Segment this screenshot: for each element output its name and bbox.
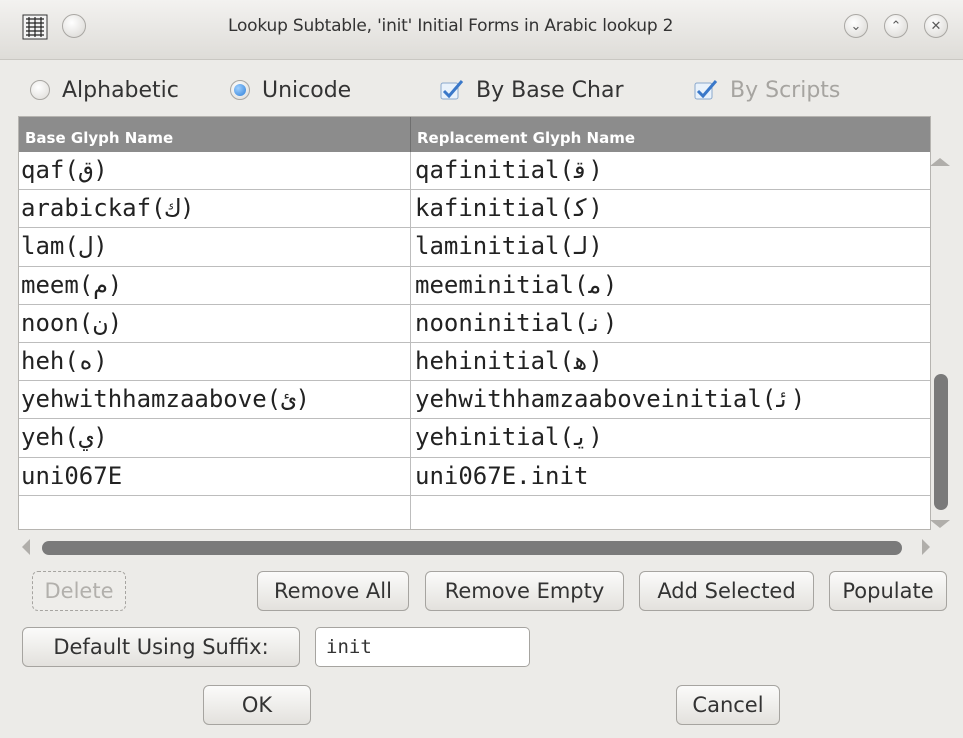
base-glyph-cell[interactable]: yeh(ي) — [19, 419, 411, 457]
by-scripts-checkbox[interactable]: By Scripts — [694, 72, 840, 108]
sort-options: Alphabetic Unicode By Base Char By Scrip… — [0, 72, 963, 108]
lookup-subtable-window: Lookup Subtable, 'init' Initial Forms in… — [0, 0, 963, 738]
radio-on-icon — [230, 80, 250, 100]
table-row[interactable]: yeh(ي) yehinitial(ﻳ) — [19, 419, 930, 458]
replacement-glyph-cell[interactable]: nooninitial(ﻧ) — [411, 305, 930, 342]
base-glyph-cell[interactable] — [19, 495, 411, 529]
table-row[interactable]: meem(م) meeminitial(ﻣ) — [19, 266, 930, 305]
horizontal-scroll-thumb[interactable] — [42, 541, 902, 555]
remove-empty-button[interactable]: Remove Empty — [425, 571, 624, 611]
table-row[interactable]: heh(ه) hehinitial(ﻫ) — [19, 342, 930, 382]
table-row[interactable]: uni067E uni067E.init — [19, 457, 930, 496]
base-glyph-cell[interactable]: qaf(ق) — [19, 152, 411, 190]
scroll-up-icon[interactable] — [930, 158, 950, 166]
delete-button[interactable]: Delete — [32, 571, 126, 611]
by-base-char-label: By Base Char — [476, 77, 624, 103]
replacement-glyph-cell[interactable]: yehinitial(ﻳ) — [411, 419, 930, 456]
minimize-icon[interactable]: ⌄ — [844, 14, 868, 38]
table-row[interactable]: noon(ن) nooninitial(ﻧ) — [19, 304, 930, 343]
base-glyph-cell[interactable]: arabickaf(ك) — [19, 190, 411, 228]
base-glyph-cell[interactable]: uni067E — [19, 457, 411, 495]
add-selected-button[interactable]: Add Selected — [639, 571, 814, 611]
table-row[interactable]: qaf(ق) qafinitial(ﻗ) — [19, 152, 930, 191]
radio-off-icon — [30, 80, 50, 100]
unicode-label: Unicode — [262, 77, 352, 103]
replacement-glyph-cell[interactable]: uni067E.init — [411, 458, 930, 495]
maximize-icon[interactable]: ⌃ — [884, 14, 908, 38]
alphabetic-radio[interactable]: Alphabetic — [30, 72, 179, 108]
base-glyph-header[interactable]: Base Glyph Name — [19, 117, 411, 152]
default-using-suffix-button[interactable]: Default Using Suffix: — [22, 627, 300, 667]
table-row[interactable]: yehwithhamzaabove(ئ) yehwithhamzaabovein… — [19, 381, 930, 420]
table-header: Base Glyph Name Replacement Glyph Name — [19, 117, 930, 152]
unicode-radio[interactable]: Unicode — [230, 72, 351, 108]
by-base-char-checkbox[interactable]: By Base Char — [440, 72, 624, 108]
base-glyph-cell[interactable]: heh(ه) — [19, 342, 411, 381]
replacement-glyph-cell[interactable] — [411, 496, 930, 529]
alphabetic-label: Alphabetic — [62, 77, 179, 103]
table-row[interactable]: arabickaf(ك) kafinitial(ﻛ) — [19, 190, 930, 229]
scroll-right-icon[interactable] — [922, 539, 930, 555]
checkmark-icon — [694, 80, 718, 100]
remove-all-button[interactable]: Remove All — [257, 571, 409, 611]
base-glyph-cell[interactable]: meem(م) — [19, 266, 411, 304]
populate-button[interactable]: Populate — [829, 571, 947, 611]
glyph-table[interactable]: Base Glyph Name Replacement Glyph Name q… — [18, 116, 931, 530]
replacement-glyph-cell[interactable]: yehwithhamzaaboveinitial(ﺋ) — [411, 381, 930, 418]
replacement-glyph-cell[interactable]: qafinitial(ﻗ) — [411, 152, 930, 189]
scroll-left-icon[interactable] — [22, 539, 30, 555]
table-row[interactable] — [19, 495, 930, 529]
title-bar[interactable]: Lookup Subtable, 'init' Initial Forms in… — [0, 0, 963, 60]
vertical-scroll-thumb[interactable] — [934, 374, 948, 510]
replacement-glyph-cell[interactable]: kafinitial(ﻛ) — [411, 190, 930, 227]
menu-circle-icon[interactable] — [62, 14, 86, 38]
replacement-glyph-cell[interactable]: laminitial(ﻟ) — [411, 228, 930, 265]
replacement-glyph-header[interactable]: Replacement Glyph Name — [411, 117, 635, 152]
horizontal-scrollbar[interactable] — [22, 537, 930, 557]
replacement-glyph-cell[interactable]: hehinitial(ﻫ) — [411, 343, 930, 380]
app-icon — [22, 14, 48, 40]
base-glyph-cell[interactable]: yehwithhamzaabove(ئ) — [19, 381, 411, 419]
base-glyph-cell[interactable]: noon(ن) — [19, 304, 411, 342]
window-title: Lookup Subtable, 'init' Initial Forms in… — [228, 16, 674, 36]
vertical-scrollbar[interactable] — [930, 158, 954, 528]
base-glyph-cell[interactable]: lam(ل) — [19, 228, 411, 266]
by-scripts-label: By Scripts — [730, 77, 841, 103]
checkmark-icon — [440, 80, 464, 100]
ok-button[interactable]: OK — [203, 685, 311, 725]
close-icon[interactable]: ✕ — [924, 14, 948, 38]
scroll-down-icon[interactable] — [930, 520, 950, 528]
cancel-button[interactable]: Cancel — [676, 685, 780, 725]
replacement-glyph-cell[interactable]: meeminitial(ﻣ) — [411, 267, 930, 304]
suffix-input[interactable]: init — [315, 627, 530, 667]
table-row[interactable]: lam(ل) laminitial(ﻟ) — [19, 228, 930, 267]
